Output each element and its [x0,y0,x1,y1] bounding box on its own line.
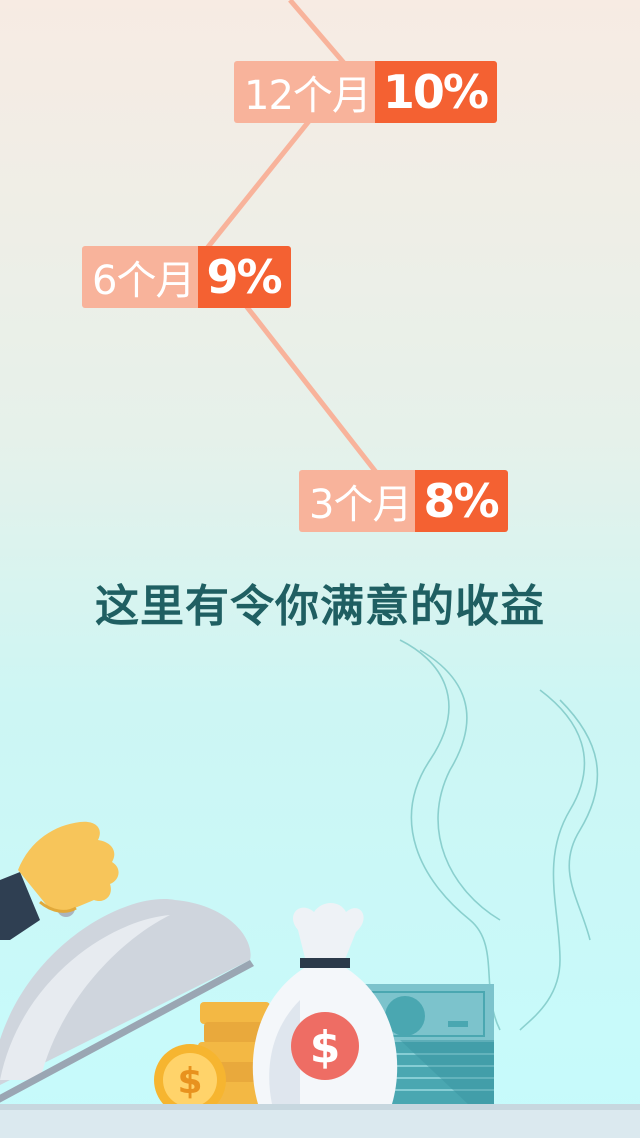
svg-text:$: $ [177,1061,202,1102]
reward-illustration: $ $ [0,639,640,1138]
svg-text:$: $ [310,1022,341,1073]
steam-icon [399,639,599,1031]
money-bag-icon: $ [252,903,398,1104]
